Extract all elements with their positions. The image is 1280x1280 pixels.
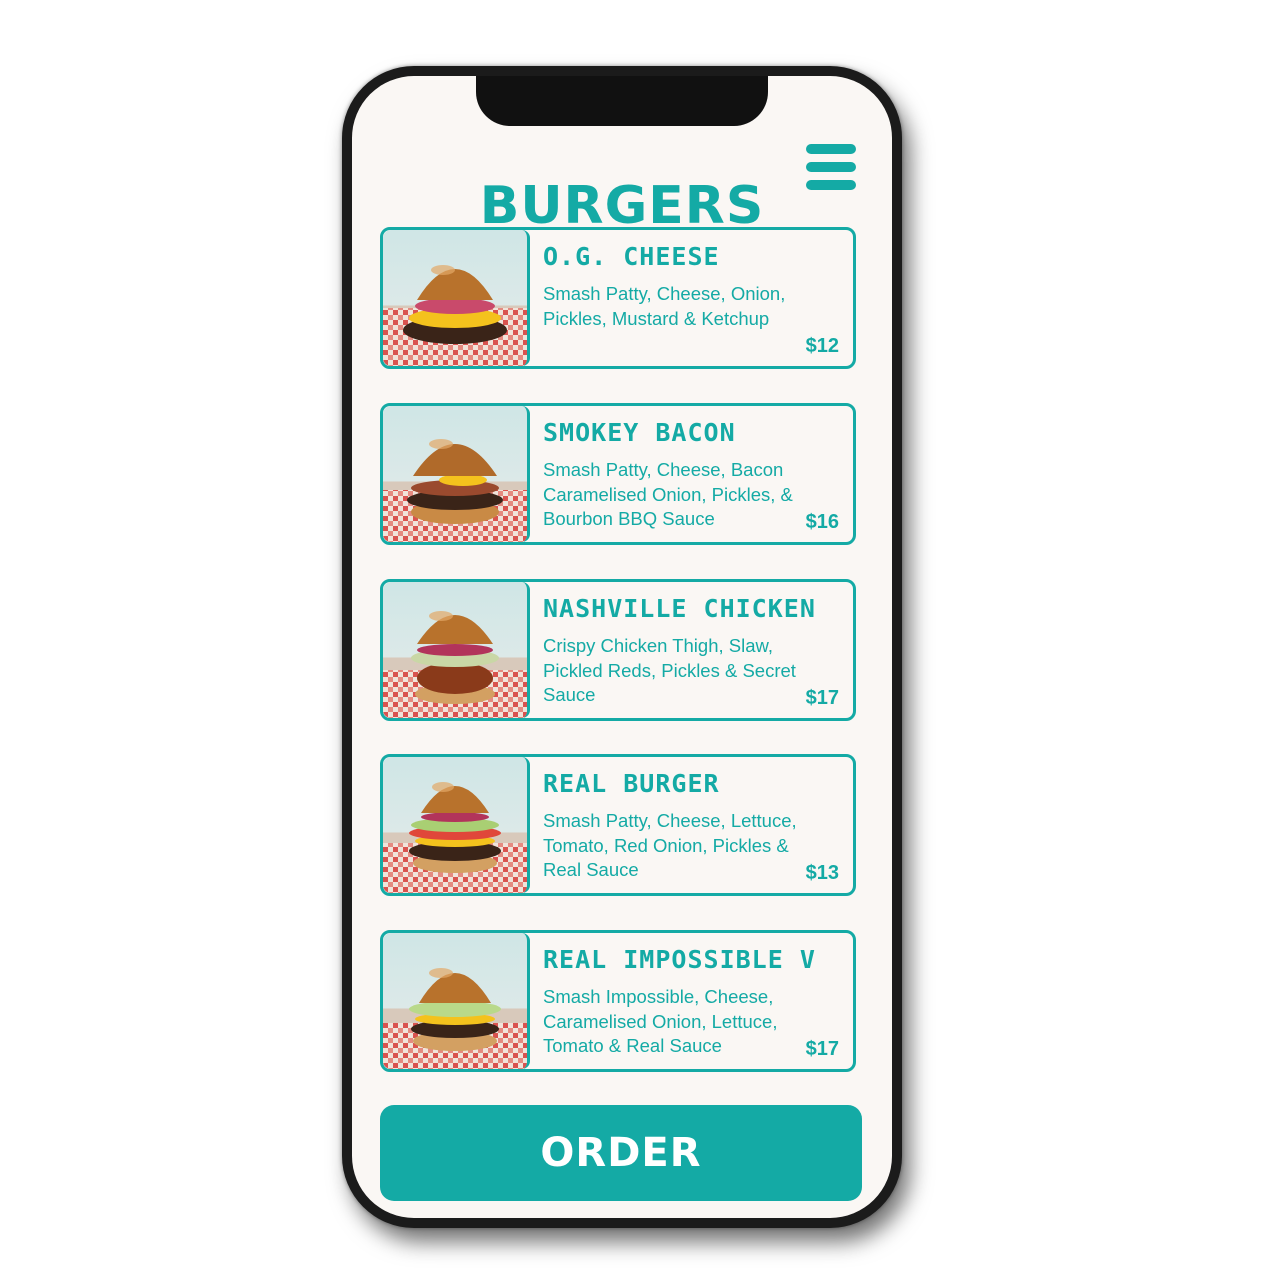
burger-image bbox=[383, 968, 527, 1069]
item-price: $17 bbox=[805, 687, 839, 709]
item-price: $13 bbox=[805, 862, 839, 884]
burger-image bbox=[383, 265, 527, 366]
item-name: REAL BURGER bbox=[543, 769, 720, 798]
burger-photo bbox=[383, 582, 530, 718]
item-description: Smash Patty, Cheese, Lettuce, Tomato, Re… bbox=[543, 810, 797, 880]
menu-item-card[interactable]: REAL IMPOSSIBLE V Smash Impossible, Chee… bbox=[380, 930, 856, 1072]
item-name: O.G. CHEESE bbox=[543, 242, 720, 271]
menu-bar bbox=[806, 144, 856, 154]
phone-screen: BURGERS O.G. CHEESE Smash Patty, Cheese,… bbox=[352, 76, 892, 1218]
item-description: Smash Patty, Cheese, Onion, Pickles, Mus… bbox=[543, 283, 786, 329]
burger-photo bbox=[383, 933, 530, 1069]
item-name: REAL IMPOSSIBLE V bbox=[543, 945, 816, 974]
item-name: NASHVILLE CHICKEN bbox=[543, 594, 816, 623]
item-description: Smash Impossible, Cheese, Caramelised On… bbox=[543, 986, 778, 1056]
menu-item-card[interactable]: NASHVILLE CHICKEN Crispy Chicken Thigh, … bbox=[380, 579, 856, 721]
burger-photo bbox=[383, 230, 530, 366]
item-price: $17 bbox=[805, 1038, 839, 1060]
burger-image bbox=[383, 611, 527, 718]
menu-item-card[interactable]: O.G. CHEESE Smash Patty, Cheese, Onion, … bbox=[380, 227, 856, 369]
phone-frame: BURGERS O.G. CHEESE Smash Patty, Cheese,… bbox=[342, 66, 902, 1228]
item-description: Smash Patty, Cheese, Bacon Caramelised O… bbox=[543, 459, 793, 529]
stage: BURGERS O.G. CHEESE Smash Patty, Cheese,… bbox=[0, 0, 1280, 1280]
burger-photo bbox=[383, 757, 530, 893]
menu-bar bbox=[806, 162, 856, 172]
item-name: SMOKEY BACON bbox=[543, 418, 736, 447]
burger-image bbox=[383, 439, 527, 542]
item-price: $16 bbox=[805, 511, 839, 533]
menu-item-card[interactable]: SMOKEY BACON Smash Patty, Cheese, Bacon … bbox=[380, 403, 856, 545]
menu-item-card[interactable]: REAL BURGER Smash Patty, Cheese, Lettuce… bbox=[380, 754, 856, 896]
burger-photo bbox=[383, 406, 530, 542]
burger-image bbox=[383, 782, 527, 893]
item-price: $12 bbox=[805, 335, 839, 357]
item-description: Crispy Chicken Thigh, Slaw, Pickled Reds… bbox=[543, 635, 796, 705]
phone-notch bbox=[476, 76, 768, 126]
order-button[interactable]: ORDER bbox=[380, 1105, 862, 1201]
